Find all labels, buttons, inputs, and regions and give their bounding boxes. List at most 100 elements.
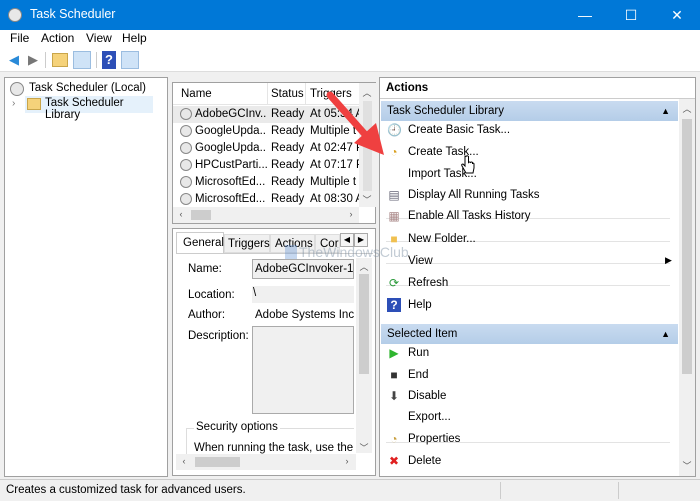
action-delete[interactable]: ✖ Delete <box>380 452 678 472</box>
back-icon[interactable]: ◀ <box>5 51 23 69</box>
console-tree: Task Scheduler (Local) › Task Scheduler … <box>4 77 168 477</box>
action-label: Disable <box>408 390 447 402</box>
scroll-left-icon[interactable]: ‹ <box>173 209 189 219</box>
action-import-task[interactable]: Import Task... <box>380 165 678 185</box>
name-label: Name: <box>188 263 222 275</box>
action-create-task[interactable]: ◔ Create Task... <box>380 143 678 163</box>
scroll-up-icon[interactable]: ︿ <box>356 260 372 273</box>
details-hscrollbar[interactable]: ‹ › <box>176 454 356 470</box>
collapse-icon[interactable]: ▲ <box>661 101 670 121</box>
task-details: General Triggers Actions Cor ◀ ▶ Name: A… <box>172 228 376 476</box>
action-view[interactable]: View ▶ <box>380 252 678 272</box>
name-field[interactable]: AdobeGCInvoker-1.0 <box>252 259 354 279</box>
action-create-basic-task[interactable]: 🕘 Create Basic Task... <box>380 121 678 141</box>
task-row[interactable]: MicrosoftEd... Ready At 08:30 A <box>173 191 359 208</box>
task-list-hscrollbar[interactable]: ‹ › <box>173 207 359 223</box>
scroll-down-icon[interactable]: ﹀ <box>356 441 372 454</box>
location-value: \ <box>253 287 257 299</box>
actions-header: Actions <box>380 78 695 99</box>
location-field[interactable]: \ <box>252 286 354 303</box>
status-divider <box>500 482 501 499</box>
menu-file[interactable]: File <box>10 31 29 45</box>
help-icon: ? <box>387 298 401 312</box>
column-name[interactable]: Name <box>181 88 212 100</box>
action-export[interactable]: Export... <box>380 408 678 428</box>
tree-item-library[interactable]: Task Scheduler Library <box>25 96 153 121</box>
actions-title: Actions <box>386 82 429 94</box>
action-new-folder[interactable]: ■ New Folder... <box>380 230 678 250</box>
scroll-right-icon[interactable]: › <box>339 456 355 466</box>
show-hide-action-pane-icon[interactable] <box>121 51 139 69</box>
watermark-logo-icon <box>285 245 297 259</box>
column-status[interactable]: Status <box>271 88 304 100</box>
column-divider <box>305 83 306 105</box>
actions-vscrollbar[interactable]: ︿ ﹀ <box>679 99 695 476</box>
expand-chevron-icon[interactable]: › <box>12 98 15 109</box>
refresh-icon: ⟳ <box>388 276 400 290</box>
task-cell: Ready <box>271 108 305 120</box>
scroll-down-icon[interactable]: ﹀ <box>679 459 695 472</box>
forward-icon[interactable]: ▶ <box>24 51 42 69</box>
action-disable[interactable]: ⬇ Disable <box>380 387 678 407</box>
close-button[interactable]: ✕ <box>654 0 700 30</box>
menu-bar: File Action View Help <box>0 30 700 48</box>
display-running-tasks-icon: ▤ <box>388 188 400 202</box>
show-hide-console-tree-icon[interactable] <box>73 51 91 69</box>
collapse-icon[interactable]: ▲ <box>661 324 670 344</box>
maximize-button[interactable]: ☐ <box>608 0 654 30</box>
help-icon[interactable]: ? <box>102 51 116 69</box>
task-clock-icon <box>180 108 192 120</box>
scroll-thumb[interactable] <box>191 210 211 220</box>
scroll-right-icon[interactable]: › <box>343 209 359 219</box>
tab-general[interactable]: General <box>176 232 224 253</box>
task-cell: HPCustParti... <box>195 159 267 171</box>
scroll-thumb[interactable] <box>682 119 692 374</box>
scroll-left-icon[interactable]: ‹ <box>176 456 192 466</box>
scroll-thumb[interactable] <box>359 274 369 374</box>
minimize-button[interactable]: — <box>562 0 608 30</box>
column-divider <box>267 83 268 105</box>
task-cell: AdobeGCInv... <box>195 108 267 120</box>
menu-action[interactable]: Action <box>41 31 74 45</box>
action-label: Properties <box>408 433 461 445</box>
description-label: Description: <box>188 330 249 342</box>
task-cell: MicrosoftEd... <box>195 176 266 188</box>
tab-triggers[interactable]: Triggers <box>224 234 270 253</box>
action-label: Delete <box>408 455 442 467</box>
description-field[interactable] <box>252 326 354 414</box>
delete-icon: ✖ <box>388 454 400 468</box>
action-help[interactable]: ? Help <box>380 296 678 316</box>
action-label: Refresh <box>408 277 449 289</box>
action-enable-all-tasks-history[interactable]: ▦ Enable All Tasks History <box>380 207 678 227</box>
action-label: End <box>408 369 429 381</box>
section-task-scheduler-library[interactable]: Task Scheduler Library ▲ <box>381 101 678 121</box>
folder-clock-icon <box>27 98 41 110</box>
action-label: Create Basic Task... <box>408 124 511 136</box>
run-icon: ▶ <box>389 346 399 360</box>
task-row[interactable]: MicrosoftEd... Ready Multiple t <box>173 174 359 191</box>
action-properties[interactable]: ◔ Properties <box>380 430 678 450</box>
toolbar-separator <box>96 52 97 68</box>
task-clock-icon <box>180 142 192 154</box>
menu-view[interactable]: View <box>86 31 112 45</box>
scroll-down-icon[interactable]: ﹀ <box>359 193 375 206</box>
menu-help[interactable]: Help <box>122 31 147 45</box>
up-folder-icon[interactable] <box>52 53 68 67</box>
tree-root[interactable]: Task Scheduler (Local) <box>29 82 146 94</box>
action-end[interactable]: ■ End <box>380 366 678 386</box>
action-refresh[interactable]: ⟳ Refresh <box>380 274 678 294</box>
task-clock-icon <box>180 176 192 188</box>
action-label: New Folder... <box>408 233 476 245</box>
author-value: Adobe Systems Incor <box>255 309 354 321</box>
scroll-up-icon[interactable]: ︿ <box>679 102 695 115</box>
section-selected-item[interactable]: Selected Item ▲ <box>381 324 678 344</box>
action-label: Export... <box>408 411 451 423</box>
action-display-all-running-tasks[interactable]: ▤ Display All Running Tasks <box>380 186 678 206</box>
action-run[interactable]: ▶ Run <box>380 344 678 364</box>
task-cell: Ready <box>271 193 305 205</box>
properties-icon: ◔ <box>390 432 398 446</box>
task-cell: Ready <box>271 142 305 154</box>
scroll-thumb[interactable] <box>195 457 240 467</box>
name-value: AdobeGCInvoker-1.0 <box>255 263 354 275</box>
details-vscrollbar[interactable]: ︿ ﹀ <box>356 258 372 453</box>
